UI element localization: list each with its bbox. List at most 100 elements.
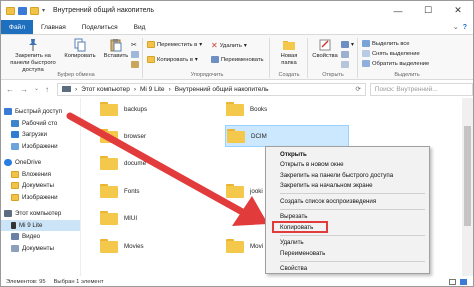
nav-onedrive[interactable]: OneDrive (1, 157, 80, 169)
properties-icon[interactable] (18, 6, 27, 15)
delete-icon: ✕ (211, 41, 218, 50)
new-folder-button[interactable]: Новая папка (273, 38, 305, 67)
minimize-button[interactable]: — (383, 1, 413, 20)
menu-copy[interactable]: Копировать (266, 221, 429, 233)
nav-pc-documents[interactable]: Документы (1, 243, 80, 255)
folder-icon (11, 193, 19, 201)
menu-pin-quick-access[interactable]: Закрепить на панели быстрого доступа (266, 170, 429, 181)
nav-device[interactable]: Mi 9 Lite (1, 219, 80, 231)
folder-item[interactable]: Fonts (100, 184, 139, 198)
refresh-icon[interactable]: ⟳ (355, 85, 360, 93)
phone-icon (11, 221, 16, 229)
video-icon (11, 233, 19, 241)
nav-this-pc[interactable]: Этот компьютер (1, 208, 80, 220)
move-to-button[interactable]: Переместить в ▾ (147, 41, 202, 48)
folder-item[interactable]: MIUI (100, 211, 137, 225)
breadcrumb-storage[interactable]: Внутренний общий накопитель (175, 86, 269, 93)
cut-button[interactable]: ✂ (131, 41, 137, 49)
ribbon-right-controls: ⌄ ? (453, 20, 473, 34)
chevron-down-icon[interactable]: ⌄ (453, 23, 459, 31)
help-icon[interactable]: ? (463, 24, 467, 31)
nav-desktop[interactable]: Рабочий сто (1, 118, 80, 130)
open-icon (341, 41, 349, 48)
computer-icon (62, 86, 72, 92)
folder-item[interactable]: Movies (100, 239, 144, 253)
history-button[interactable] (341, 61, 349, 68)
folder-item[interactable]: jooki (226, 184, 263, 198)
folder-icon (100, 239, 118, 253)
chevron-down-icon[interactable]: ⌄ (34, 85, 39, 94)
invert-selection-button[interactable]: Обратить выделение (362, 60, 429, 67)
menu-create-playlist[interactable]: Создать список воспроизведения (266, 196, 429, 207)
nav-downloads[interactable]: Загрузки (1, 129, 80, 141)
delete-button[interactable]: ✕ Удалить ▾ (211, 41, 247, 50)
close-button[interactable]: ✕ (443, 1, 473, 20)
breadcrumb-device[interactable]: Mi 9 Lite (140, 86, 165, 93)
nav-attachments[interactable]: Вложения (1, 169, 80, 181)
nav-quick-access[interactable]: Быстрый доступ (1, 106, 80, 118)
menu-properties[interactable]: Свойства (266, 264, 429, 275)
download-icon (11, 131, 19, 139)
status-bar: Элементов: 95 Выбран 1 элемент (1, 276, 473, 286)
tab-share[interactable]: Поделиться (74, 20, 126, 34)
paste-shortcut-button[interactable] (131, 61, 139, 68)
search-input[interactable]: Поиск: Внутренний... (369, 82, 473, 96)
scrollbar-thumb[interactable] (464, 126, 471, 226)
ribbon-divider (142, 38, 143, 78)
folder-item-selected[interactable]: DCIM (225, 125, 349, 147)
back-arrow-icon[interactable]: ← (6, 85, 14, 94)
copy-icon (74, 38, 86, 52)
copy-button[interactable]: Копировать (63, 38, 97, 60)
folder-item[interactable]: docume (100, 156, 146, 170)
folder-icon (226, 239, 244, 253)
tab-view[interactable]: Вид (126, 20, 154, 34)
menu-delete[interactable]: Удалить (266, 238, 429, 249)
pin-quick-access-button[interactable]: Закрепить на панели быстрого доступа (5, 38, 61, 74)
details-view-icon[interactable] (449, 278, 456, 285)
folder-item[interactable]: backups (100, 102, 147, 116)
rename-button[interactable]: Переименовать (211, 56, 264, 63)
forward-arrow-icon[interactable]: → (20, 85, 28, 94)
properties-icon (319, 39, 331, 51)
address-bar[interactable]: › Этот компьютер › Mi 9 Lite › Внутренни… (57, 82, 366, 96)
properties-button[interactable]: Свойства (311, 38, 339, 60)
title-bar: ▾ Внутренний общий накопитель — ☐ ✕ (1, 1, 473, 20)
open-group-label: Открыть (322, 72, 344, 78)
computer-icon (4, 210, 12, 218)
nav-documents[interactable]: Документы (1, 180, 80, 192)
paste-button[interactable]: Вставить (101, 38, 131, 60)
menu-pin-start[interactable]: Закрепить на начальном экране (266, 181, 429, 192)
nav-pictures[interactable]: Изображени (1, 141, 80, 153)
folder-icon (100, 184, 118, 198)
select-none-button[interactable]: Снять выделение (362, 50, 420, 57)
cloud-icon (4, 159, 12, 167)
folder-item[interactable]: Movi (226, 239, 263, 253)
chevron-down-icon[interactable]: ▾ (42, 7, 45, 14)
breadcrumb-computer[interactable]: Этот компьютер (81, 86, 130, 93)
vertical-scrollbar[interactable] (462, 98, 473, 276)
folder-item[interactable]: browser (100, 129, 146, 143)
copy-path-button[interactable] (131, 51, 139, 58)
copy-to-button[interactable]: Копировать в ▾ (147, 56, 198, 63)
menu-open[interactable]: Открыть (266, 149, 429, 160)
menu-rename[interactable]: Переименовать (266, 248, 429, 259)
up-arrow-icon[interactable]: ↑ (45, 85, 49, 94)
tab-file[interactable]: Файл (1, 20, 33, 34)
nav-onedrive-pictures[interactable]: Изображени (1, 192, 80, 204)
icons-view-icon[interactable] (460, 278, 467, 285)
new-folder-icon[interactable] (30, 6, 39, 15)
menu-open-new-window[interactable]: Открыть в новом окне (266, 160, 429, 171)
edit-button[interactable] (341, 51, 349, 58)
tab-home[interactable]: Главная (33, 20, 74, 34)
item-count: Элементов: 95 (6, 278, 46, 285)
maximize-button[interactable]: ☐ (413, 1, 443, 20)
select-all-button[interactable]: Выделить все (362, 40, 410, 47)
highlight-box (272, 221, 328, 233)
folder-item[interactable]: Books (226, 102, 267, 116)
nav-videos[interactable]: Видео (1, 231, 80, 243)
context-menu: Открыть Открыть в новом окне Закрепить н… (265, 146, 430, 274)
open-button[interactable]: ▾ (341, 41, 354, 48)
invert-selection-icon (362, 60, 370, 67)
folder-icon (11, 182, 19, 190)
select-none-icon (362, 50, 370, 57)
